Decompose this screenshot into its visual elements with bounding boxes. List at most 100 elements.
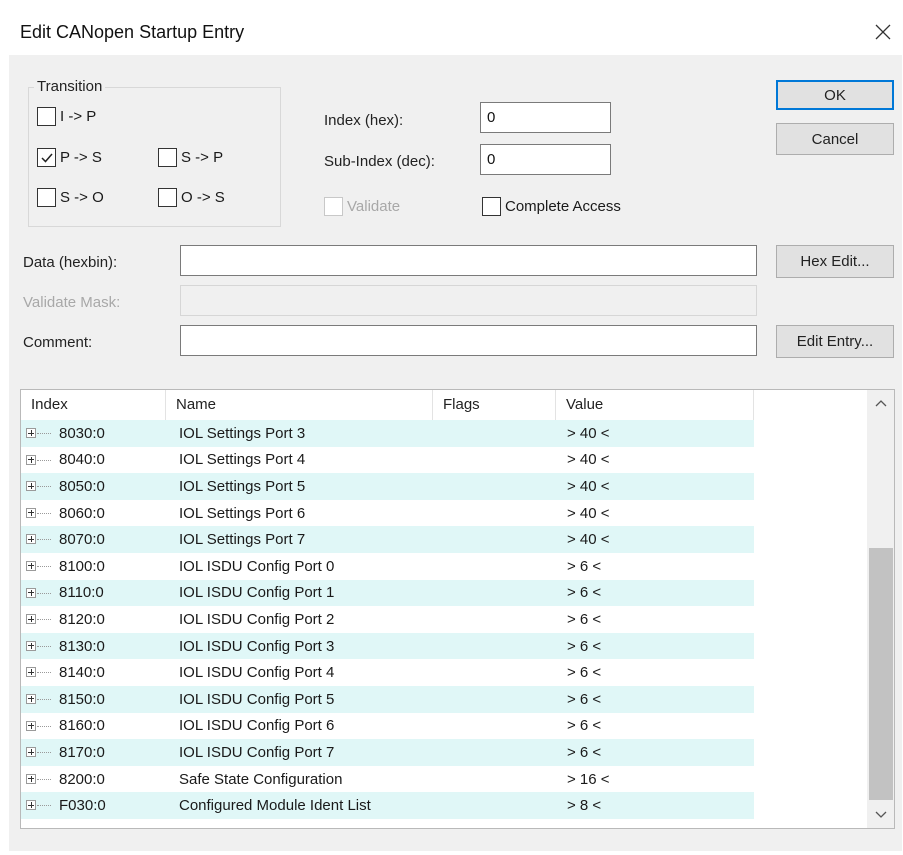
table-row[interactable]: 8130:0 IOL ISDU Config Port 3 > 6 < <box>21 632 867 660</box>
checkbox-box-checked <box>37 148 56 167</box>
cell-value: > 40 < <box>567 504 610 522</box>
column-header-value[interactable]: Value <box>556 390 754 420</box>
table-row[interactable]: 8110:0 IOL ISDU Config Port 1 > 6 < <box>21 579 867 607</box>
dialog-title: Edit CANopen Startup Entry <box>20 22 245 42</box>
expand-plus-icon[interactable] <box>26 800 36 811</box>
tree-connector <box>37 592 51 594</box>
vertical-scrollbar[interactable] <box>867 390 894 828</box>
tree-connector <box>37 539 51 541</box>
startup-entries-list[interactable]: Index Name Flags Value 8030:0 IOL Setting… <box>20 389 895 829</box>
list-header: Index Name Flags Value <box>21 390 867 420</box>
cell-index: 8050:0 <box>59 477 105 495</box>
checkbox-label: P -> S <box>60 149 102 166</box>
tree-connector <box>37 459 51 461</box>
checkbox-box <box>482 197 501 216</box>
cell-name: IOL ISDU Config Port 1 <box>179 584 335 602</box>
checkbox-s-to-o[interactable]: S -> O <box>37 188 104 207</box>
row-background <box>21 500 754 527</box>
cell-name: IOL ISDU Config Port 5 <box>179 690 335 708</box>
cell-name: Safe State Configuration <box>179 770 343 788</box>
table-row[interactable]: 8040:0 IOL Settings Port 4 > 40 < <box>21 447 867 474</box>
cancel-button[interactable]: Cancel <box>776 123 894 155</box>
cell-index: 8030:0 <box>59 424 105 442</box>
tree-connector <box>37 725 51 727</box>
subindex-input[interactable] <box>480 144 611 175</box>
comment-input[interactable] <box>180 325 757 356</box>
cell-name: IOL ISDU Config Port 7 <box>179 743 335 761</box>
row-background <box>21 766 754 793</box>
expand-plus-icon[interactable] <box>26 560 36 571</box>
index-label: Index (hex): <box>324 112 404 129</box>
table-row[interactable]: 8050:0 IOL Settings Port 5 > 40 < <box>21 473 867 500</box>
expand-plus-icon[interactable] <box>26 534 36 545</box>
data-label: Data (hexbin): <box>23 254 118 271</box>
scroll-down-icon[interactable] <box>867 802 894 828</box>
cell-index: 8110:0 <box>59 584 104 602</box>
table-row[interactable]: 8170:0 IOL ISDU Config Port 7 > 6 < <box>21 739 867 766</box>
tree-connector <box>37 512 51 514</box>
scroll-up-icon[interactable] <box>867 390 894 416</box>
expand-plus-icon[interactable] <box>26 428 36 438</box>
checkbox-complete-access[interactable]: Complete Access <box>482 197 621 216</box>
index-input[interactable] <box>480 102 611 133</box>
expand-plus-icon[interactable] <box>26 507 36 518</box>
checkbox-s-to-p[interactable]: S -> P <box>158 148 223 167</box>
checkbox-box <box>37 188 56 207</box>
table-row[interactable]: 8060:0 IOL Settings Port 6 > 40 < <box>21 500 867 527</box>
checkbox-label: Complete Access <box>505 198 621 215</box>
table-row[interactable]: 8150:0 IOL ISDU Config Port 5 > 6 < <box>21 685 867 713</box>
table-row[interactable]: 8120:0 IOL ISDU Config Port 2 > 6 < <box>21 606 867 633</box>
row-background <box>21 792 754 819</box>
row-background <box>21 473 754 500</box>
cell-value: > 6 < <box>567 664 602 682</box>
cell-value: > 6 < <box>567 717 602 735</box>
table-row[interactable]: 8200:0 Safe State Configuration > 16 < <box>21 766 867 793</box>
cell-index: 8200:0 <box>59 770 105 788</box>
cell-name: IOL ISDU Config Port 0 <box>179 557 335 575</box>
edit-entry-button[interactable]: Edit Entry... <box>776 325 894 358</box>
cell-name: Configured Module Ident List <box>179 797 371 815</box>
list-rows: 8030:0 IOL Settings Port 3 > 40 < 8040:0 IOL… <box>21 420 867 819</box>
checkbox-i-to-p[interactable]: I -> P <box>37 107 96 126</box>
checkbox-label: Validate <box>347 198 401 215</box>
table-row[interactable]: 8070:0 IOL Settings Port 7 > 40 < <box>21 526 867 553</box>
cell-index: 8160:0 <box>59 717 105 735</box>
table-row[interactable]: 8160:0 IOL ISDU Config Port 6 > 6 < <box>21 713 867 740</box>
cell-value: > 6 < <box>567 610 602 628</box>
cell-value: > 40 < <box>567 531 610 549</box>
expand-plus-icon[interactable] <box>26 614 36 625</box>
hex-edit-button[interactable]: Hex Edit... <box>776 245 894 278</box>
cell-value: > 16 < <box>567 770 610 788</box>
column-header-name[interactable]: Name <box>166 390 433 420</box>
expand-plus-icon[interactable] <box>26 720 36 731</box>
column-header-flags[interactable]: Flags <box>433 390 556 420</box>
close-icon[interactable] <box>873 22 893 42</box>
cell-name: IOL Settings Port 5 <box>179 477 306 495</box>
checkbox-label: S -> O <box>60 189 104 206</box>
tree-connector <box>37 672 51 674</box>
data-input[interactable] <box>180 245 757 276</box>
expand-plus-icon[interactable] <box>26 773 36 784</box>
tree-connector <box>37 433 51 434</box>
expand-plus-icon[interactable] <box>26 640 36 651</box>
ok-button[interactable]: OK <box>776 80 894 110</box>
expand-plus-icon[interactable] <box>26 587 36 598</box>
expand-plus-icon[interactable] <box>26 481 36 492</box>
checkbox-o-to-s[interactable]: O -> S <box>158 188 225 207</box>
checkmark-icon <box>41 153 53 163</box>
table-row[interactable]: 8030:0 IOL Settings Port 3 > 40 < <box>21 420 867 447</box>
checkbox-label: I -> P <box>60 108 97 125</box>
row-background <box>21 553 754 580</box>
expand-plus-icon[interactable] <box>26 667 36 678</box>
table-row[interactable]: 8100:0 IOL ISDU Config Port 0 > 6 < <box>21 553 867 580</box>
scrollbar-thumb[interactable] <box>869 548 893 800</box>
checkbox-p-to-s[interactable]: P -> S <box>37 148 102 167</box>
table-row[interactable]: F030:0 Configured Module Ident List > 8 < <box>21 792 867 819</box>
cell-name: IOL Settings Port 4 <box>179 451 306 469</box>
cell-index: 8130:0 <box>59 637 105 655</box>
column-header-index[interactable]: Index <box>21 390 166 420</box>
expand-plus-icon[interactable] <box>26 454 36 465</box>
expand-plus-icon[interactable] <box>26 693 36 704</box>
table-row[interactable]: 8140:0 IOL ISDU Config Port 4 > 6 < <box>21 659 867 686</box>
expand-plus-icon[interactable] <box>26 747 36 758</box>
